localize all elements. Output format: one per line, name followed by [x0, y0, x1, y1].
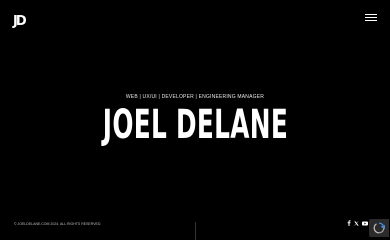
hero-subtitle: WEB | UX/UI | DEVELOPER | ENGINEERING MA… [125, 94, 265, 100]
logo[interactable]: JD [13, 14, 33, 30]
hero-name: JOEL DELANE [102, 102, 288, 148]
hamburger-menu-icon[interactable] [365, 13, 377, 23]
recaptcha-icon [373, 222, 385, 234]
recaptcha-badge[interactable] [369, 219, 389, 237]
hero: WEB | UX/UI | DEVELOPER | ENGINEERING MA… [0, 93, 390, 147]
footer-divider [195, 222, 196, 240]
footer-copyright: © JOELDELANE.COM 2024. ALL RIGHTS RESERV… [14, 222, 102, 226]
twitter-icon[interactable] [354, 220, 359, 228]
facebook-icon[interactable] [347, 220, 351, 228]
youtube-icon[interactable] [362, 221, 368, 228]
